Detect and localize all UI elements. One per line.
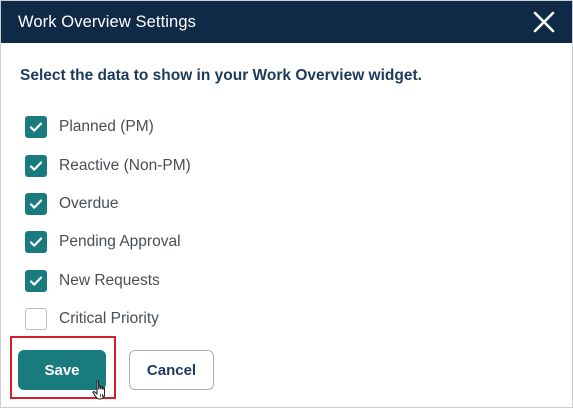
cancel-button[interactable]: Cancel	[129, 350, 214, 390]
checkmark-icon	[29, 161, 43, 171]
options-list: Planned (PM) Reactive (Non-PM) Overdue P…	[25, 108, 191, 338]
checkmark-icon	[29, 199, 43, 209]
checkmark-icon	[29, 122, 43, 132]
dialog-title: Work Overview Settings	[18, 12, 196, 31]
option-label: Pending Approval	[59, 233, 181, 251]
checkbox[interactable]	[25, 154, 47, 177]
option-label: Reactive (Non-PM)	[59, 156, 191, 174]
hand-pointer-icon	[92, 380, 106, 400]
option-overdue[interactable]: Overdue	[25, 185, 191, 223]
option-label: Planned (PM)	[59, 118, 154, 136]
option-reactive-non-pm[interactable]: Reactive (Non-PM)	[25, 146, 191, 184]
option-planned-pm[interactable]: Planned (PM)	[25, 108, 191, 146]
checkbox[interactable]	[25, 308, 47, 331]
option-new-requests[interactable]: New Requests	[25, 262, 191, 300]
checkbox[interactable]	[25, 116, 47, 139]
checkbox[interactable]	[25, 231, 47, 254]
checkmark-icon	[29, 237, 43, 248]
dialog-instructions: Select the data to show in your Work Ove…	[20, 67, 422, 84]
checkmark-icon	[29, 276, 43, 286]
option-label: New Requests	[59, 271, 160, 289]
checkbox[interactable]	[25, 269, 47, 292]
option-label: Critical Priority	[59, 310, 159, 328]
option-critical-priority[interactable]: Critical Priority	[25, 300, 191, 338]
checkbox[interactable]	[25, 192, 47, 215]
option-label: Overdue	[59, 194, 119, 212]
close-icon[interactable]	[530, 8, 558, 36]
option-pending-approval[interactable]: Pending Approval	[25, 223, 191, 261]
work-overview-settings-dialog: Work Overview Settings Select the data t…	[0, 0, 573, 408]
dialog-header: Work Overview Settings	[1, 1, 572, 43]
